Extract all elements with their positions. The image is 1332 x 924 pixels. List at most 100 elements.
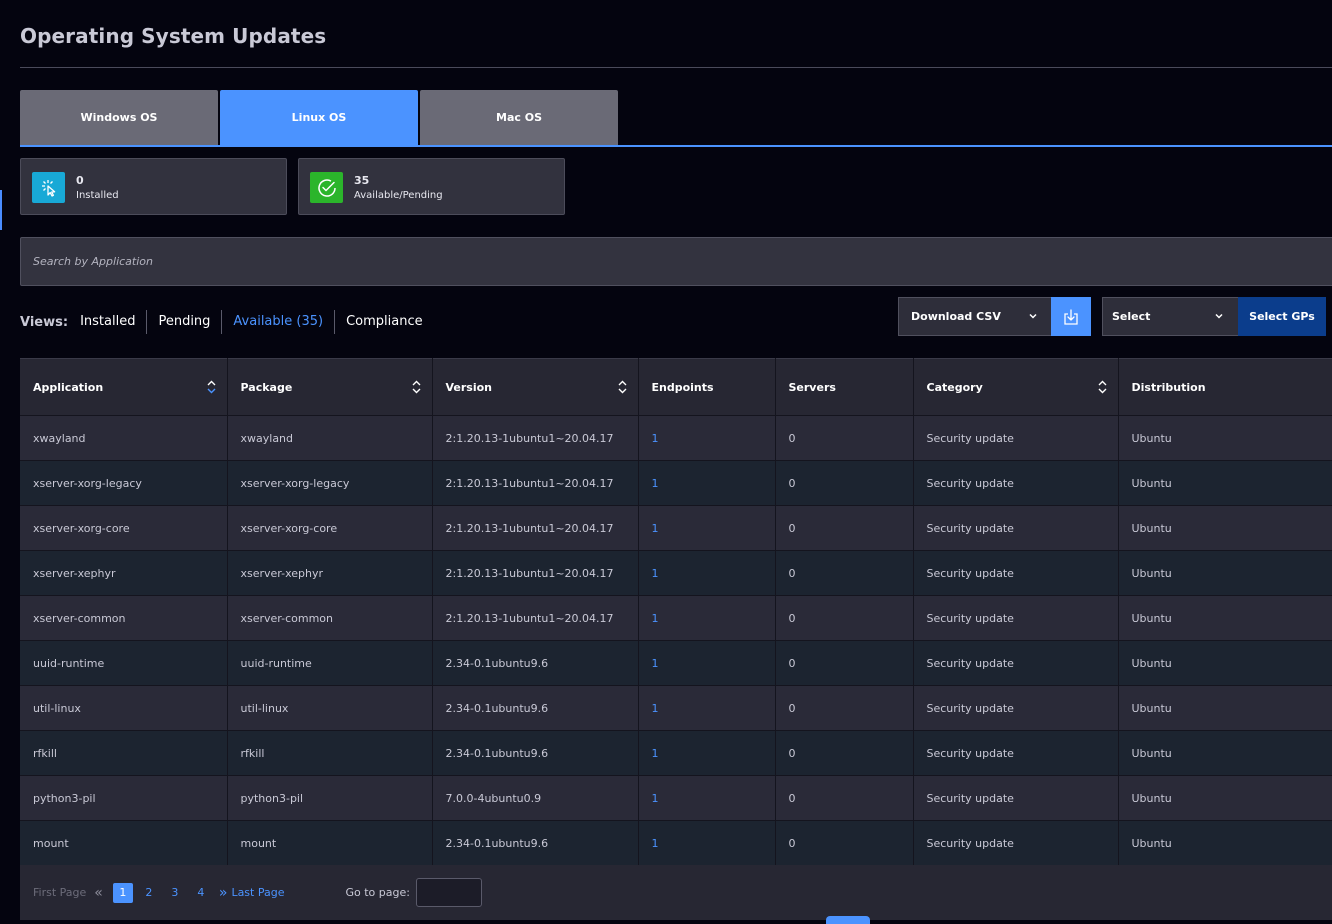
download-format-select[interactable]: Download CSV <box>898 297 1052 336</box>
cell-distribution: Ubuntu <box>1118 460 1332 506</box>
cell-package: xserver-xorg-legacy <box>227 460 433 506</box>
last-page-link[interactable]: Last Page <box>231 886 284 899</box>
cell-endpoints[interactable]: 1 <box>638 820 776 866</box>
cell-package: rfkill <box>227 730 433 776</box>
chevron-down-icon <box>1215 313 1223 319</box>
go-to-page-input[interactable] <box>415 878 482 907</box>
table-row[interactable]: mount mount 2.34-0.1ubuntu9.6 1 0 Security up… <box>20 820 1332 866</box>
cell-endpoints[interactable]: 1 <box>638 640 776 686</box>
cell-endpoints[interactable]: 1 <box>638 730 776 776</box>
cell-distribution: Ubuntu <box>1118 640 1332 686</box>
view-pending[interactable]: Pending <box>147 310 221 334</box>
cell-version: 2.34-0.1ubuntu9.6 <box>432 820 639 866</box>
table-row[interactable]: xserver-xorg-core xserver-xorg-core 2:1.20… <box>20 505 1332 551</box>
column-header-distribution: Distribution <box>1118 358 1332 416</box>
cell-distribution: Ubuntu <box>1118 730 1332 776</box>
tab-linux-os[interactable]: Linux OS <box>220 90 418 145</box>
cell-distribution: Ubuntu <box>1118 595 1332 641</box>
page-4-button[interactable]: 4 <box>191 883 211 903</box>
cell-version: 2.34-0.1ubuntu9.6 <box>432 640 639 686</box>
table-row[interactable]: xserver-xephyr xserver-xephyr 2:1.20.13-1u… <box>20 550 1332 596</box>
sort-icon[interactable] <box>1098 379 1107 395</box>
page-1-button[interactable]: 1 <box>112 882 133 903</box>
tab-underline <box>20 145 1332 147</box>
page-2-button[interactable]: 2 <box>139 883 159 903</box>
group-select[interactable]: Select <box>1102 297 1238 336</box>
cell-distribution: Ubuntu <box>1118 550 1332 596</box>
table-row[interactable]: rfkill rfkill 2.34-0.1ubuntu9.6 1 0 Security … <box>20 730 1332 776</box>
select-gps-button[interactable]: Select GPs <box>1238 297 1326 336</box>
cell-version: 2.34-0.1ubuntu9.6 <box>432 730 639 776</box>
sort-icon[interactable] <box>618 379 627 395</box>
view-installed[interactable]: Installed <box>80 310 146 334</box>
download-format-value: Download CSV <box>911 310 1001 323</box>
cell-endpoints[interactable]: 1 <box>638 775 776 821</box>
cell-servers: 0 <box>775 505 914 551</box>
view-available[interactable]: Available (35) <box>222 310 334 334</box>
cell-endpoints[interactable]: 1 <box>638 415 776 461</box>
check-circle-icon <box>310 172 343 203</box>
page-title: Operating System Updates <box>20 24 327 48</box>
column-header-version[interactable]: Version <box>432 358 639 416</box>
sort-icon[interactable] <box>412 379 421 395</box>
available-label: Available/Pending <box>354 190 443 201</box>
go-to-page-label: Go to page: <box>345 886 410 899</box>
column-header-servers: Servers <box>775 358 914 416</box>
table-row[interactable]: python3-pil python3-pil 7.0.0-4ubuntu0.9 1 0… <box>20 775 1332 821</box>
cell-endpoints[interactable]: 1 <box>638 505 776 551</box>
cell-distribution: Ubuntu <box>1118 505 1332 551</box>
cell-application: xserver-xorg-legacy <box>20 460 228 506</box>
views-label: Views: <box>20 314 69 330</box>
cell-category: Security update <box>913 415 1119 461</box>
column-header-endpoints: Endpoints <box>638 358 776 416</box>
cell-distribution: Ubuntu <box>1118 820 1332 866</box>
page-3-button[interactable]: 3 <box>165 883 185 903</box>
table-row[interactable]: uuid-runtime uuid-runtime 2.34-0.1ubuntu9.… <box>20 640 1332 686</box>
cell-servers: 0 <box>775 460 914 506</box>
first-page-link[interactable]: First Page <box>33 886 86 899</box>
available-stat-card[interactable]: 35 Available/Pending <box>298 158 565 215</box>
sort-icon[interactable] <box>207 379 216 395</box>
cell-version: 2:1.20.13-1ubuntu1~20.04.17 <box>432 595 639 641</box>
cell-servers: 0 <box>775 775 914 821</box>
cell-version: 2.34-0.1ubuntu9.6 <box>432 685 639 731</box>
table-row[interactable]: xserver-xorg-legacy xserver-xorg-legacy 2:… <box>20 460 1332 506</box>
table-row[interactable]: xserver-common xserver-common 2:1.20.13-1u… <box>20 595 1332 641</box>
chevrons-left-icon[interactable]: « <box>94 885 103 901</box>
chevrons-right-icon[interactable]: » <box>219 885 228 901</box>
cell-version: 2:1.20.13-1ubuntu1~20.04.17 <box>432 505 639 551</box>
column-header-application[interactable]: Application <box>20 358 228 416</box>
cell-application: mount <box>20 820 228 866</box>
cell-endpoints[interactable]: 1 <box>638 460 776 506</box>
table-row[interactable]: xwayland xwayland 2:1.20.13-1ubuntu1~20.04… <box>20 415 1332 461</box>
cell-endpoints[interactable]: 1 <box>638 685 776 731</box>
cell-package: xserver-xephyr <box>227 550 433 596</box>
cell-category: Security update <box>913 505 1119 551</box>
download-icon <box>1064 308 1078 325</box>
download-button[interactable] <box>1051 297 1091 336</box>
cell-endpoints[interactable]: 1 <box>638 595 776 641</box>
search-input[interactable] <box>20 237 1332 286</box>
cell-servers: 0 <box>775 730 914 776</box>
scroll-to-top-tab[interactable] <box>826 916 870 924</box>
cell-category: Security update <box>913 640 1119 686</box>
views-filter: Views: Installed Pending Available (35) … <box>20 310 434 334</box>
tab-mac-os[interactable]: Mac OS <box>420 90 618 145</box>
table-row[interactable]: util-linux util-linux 2.34-0.1ubuntu9.6 1 0 S… <box>20 685 1332 731</box>
title-divider <box>20 67 1332 68</box>
cell-distribution: Ubuntu <box>1118 685 1332 731</box>
cell-servers: 0 <box>775 640 914 686</box>
view-compliance[interactable]: Compliance <box>335 310 434 334</box>
available-count: 35 <box>354 174 370 187</box>
cell-application: xserver-xephyr <box>20 550 228 596</box>
cell-servers: 0 <box>775 550 914 596</box>
installed-stat-card[interactable]: 0 Installed <box>20 158 287 215</box>
tab-windows-os[interactable]: Windows OS <box>20 90 218 145</box>
cell-category: Security update <box>913 730 1119 776</box>
column-header-package[interactable]: Package <box>227 358 433 416</box>
os-tabs: Windows OS Linux OS Mac OS <box>20 90 1332 147</box>
chevron-down-icon <box>1029 313 1037 319</box>
cell-endpoints[interactable]: 1 <box>638 550 776 596</box>
cell-category: Security update <box>913 460 1119 506</box>
column-header-category[interactable]: Category <box>913 358 1119 416</box>
